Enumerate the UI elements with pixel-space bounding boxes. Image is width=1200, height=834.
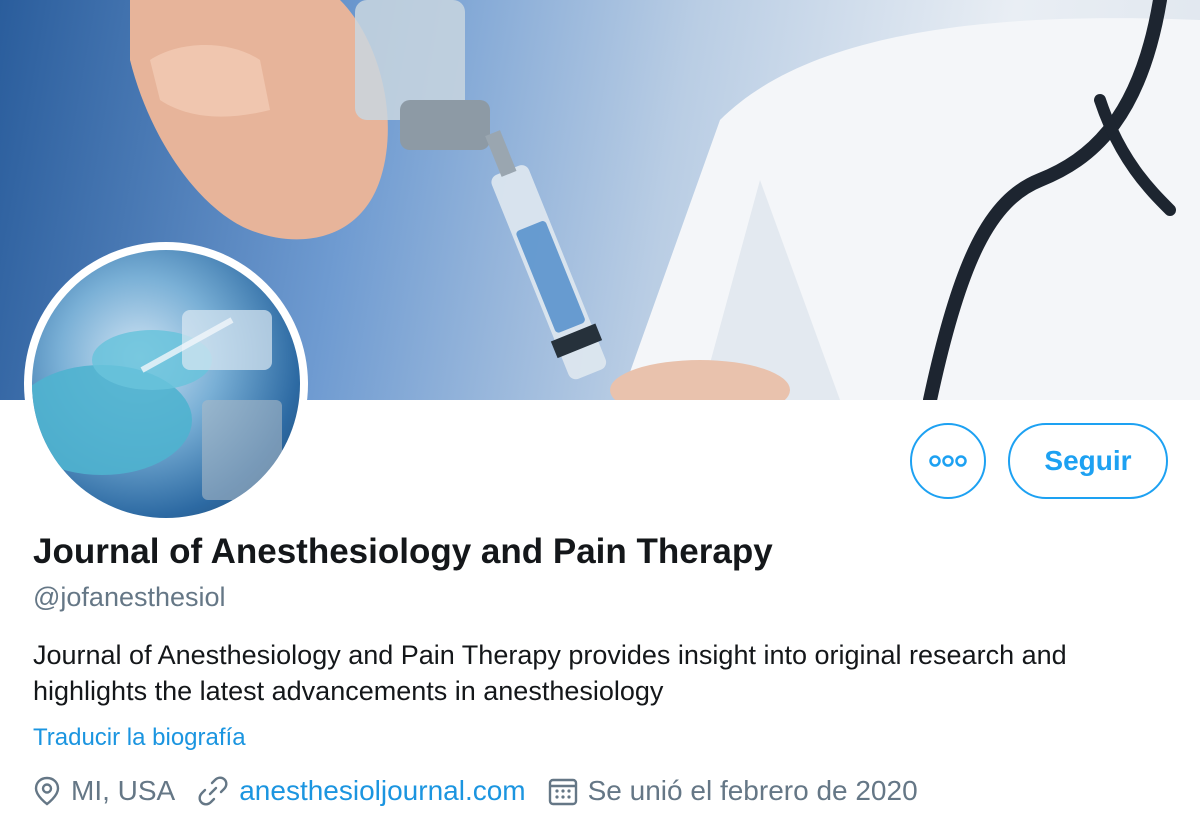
profile-bio: Journal of Anesthesiology and Pain Thera… bbox=[33, 640, 1067, 706]
location-item: MI, USA bbox=[33, 775, 175, 807]
link-icon bbox=[198, 776, 228, 806]
profile-meta-row: MI, USA anesthesioljournal.com Se unió e… bbox=[33, 775, 940, 807]
translate-bio-link[interactable]: Traducir la biografía bbox=[33, 724, 246, 752]
profile-handle: @jofanesthesiol bbox=[33, 582, 226, 612]
profile-avatar[interactable] bbox=[24, 242, 308, 526]
follow-button[interactable]: Seguir bbox=[1008, 423, 1168, 499]
joined-text: Se unió el febrero de 2020 bbox=[587, 775, 918, 806]
location-text: MI, USA bbox=[71, 775, 176, 806]
website-link[interactable]: anesthesioljournal.com bbox=[239, 775, 525, 807]
location-pin-icon bbox=[34, 776, 60, 806]
more-options-button[interactable] bbox=[910, 423, 986, 499]
calendar-icon bbox=[548, 778, 577, 806]
website-item[interactable]: anesthesioljournal.com bbox=[197, 775, 526, 807]
more-dots-icon bbox=[929, 455, 967, 467]
profile-name: Journal of Anesthesiology and Pain Thera… bbox=[33, 532, 773, 571]
joined-item: Se unió el febrero de 2020 bbox=[548, 775, 918, 807]
avatar-image bbox=[32, 250, 300, 518]
